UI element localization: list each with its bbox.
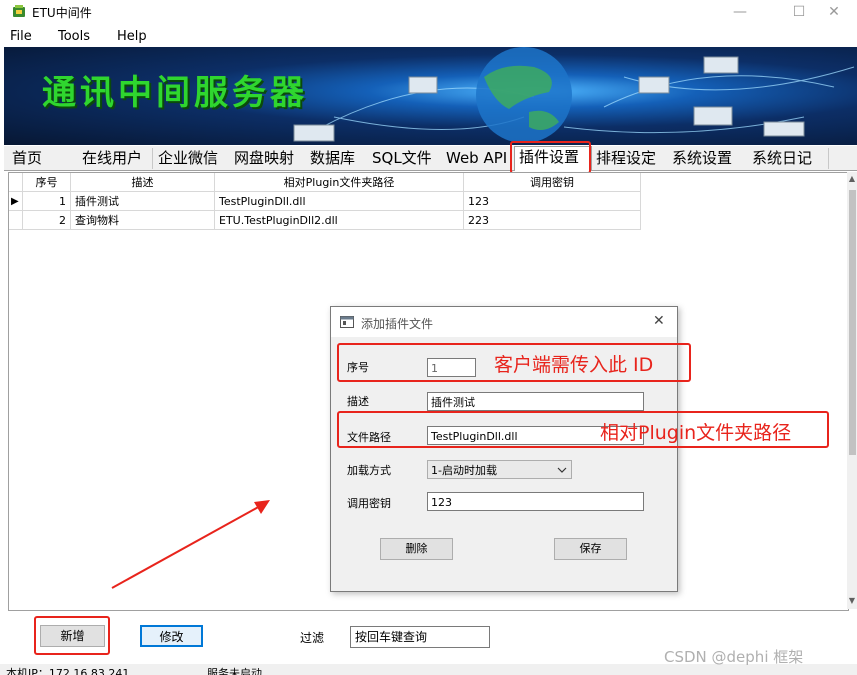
annotation-tab-highlight [510, 141, 591, 174]
table-cell-no[interactable]: 1 [23, 192, 71, 211]
tab-system-settings[interactable]: 系统设置 [668, 148, 749, 169]
window-title: ETU中间件 [32, 6, 92, 20]
dialog-title-bar: 添加插件文件 ✕ [331, 307, 677, 337]
menu-help[interactable]: Help [117, 29, 147, 44]
filter-input[interactable]: 按回车键查询 [350, 626, 490, 648]
desc-field[interactable]: 插件测试 [427, 392, 644, 411]
status-service: 服务未启动 [207, 667, 262, 675]
key-field[interactable]: 123 [427, 492, 644, 511]
dialog-icon [340, 316, 354, 328]
column-header-no[interactable]: 序号 [23, 173, 71, 192]
banner-image: 通讯中间服务器 [4, 47, 857, 145]
tab-home[interactable]: 首页 [8, 148, 79, 169]
edit-button[interactable]: 修改 [140, 625, 203, 647]
table-cell-path[interactable]: ETU.TestPluginDll2.dll [215, 211, 464, 230]
dialog-close-icon[interactable]: ✕ [653, 313, 665, 329]
table-cell-key[interactable]: 123 [464, 192, 641, 211]
tab-system-log[interactable]: 系统日记 [748, 148, 829, 169]
tab-database[interactable]: 数据库 [306, 148, 369, 169]
annotation-path-note: 相对Plugin文件夹路径 [600, 422, 792, 444]
scrollbar-thumb[interactable] [849, 190, 856, 455]
tab-wecom[interactable]: 企业微信 [154, 148, 231, 169]
banner-title: 通讯中间服务器 [42, 73, 308, 113]
scroll-up-icon[interactable]: ▲ [847, 174, 857, 183]
annotation-id-note: 客户端需传入此 ID [494, 354, 654, 376]
close-button[interactable]: ✕ [811, 0, 857, 24]
title-bar: ETU中间件 — ☐ ✕ [0, 0, 857, 24]
table-cell-desc[interactable]: 查询物料 [71, 211, 215, 230]
table-cell-no[interactable]: 2 [23, 211, 71, 230]
tab-sql-file[interactable]: SQL文件 [368, 148, 443, 169]
tab-strip: 首页 在线用户 企业微信 网盘映射 数据库 SQL文件 Web API 插件设置… [4, 146, 857, 171]
table-cell-path[interactable]: TestPluginDll.dll [215, 192, 464, 211]
save-button[interactable]: 保存 [554, 538, 627, 560]
menu-file[interactable]: File [10, 29, 32, 44]
tab-netdisk[interactable]: 网盘映射 [230, 148, 307, 169]
minimize-button[interactable]: — [717, 0, 763, 24]
status-ip: 本机IP：172.16.83.241 [6, 667, 130, 675]
delete-button[interactable]: 删除 [380, 538, 453, 560]
menu-tools[interactable]: Tools [58, 29, 90, 44]
field-label-desc: 描述 [347, 395, 369, 408]
chevron-down-icon[interactable] [557, 466, 567, 474]
annotation-box-add [34, 616, 110, 655]
column-header-desc[interactable]: 描述 [71, 173, 215, 192]
tab-web-api[interactable]: Web API [442, 148, 515, 169]
row-header-corner [9, 173, 23, 192]
scroll-down-icon[interactable]: ▼ [847, 596, 857, 605]
filter-label: 过滤 [300, 631, 325, 645]
column-header-path[interactable]: 相对Plugin文件夹路径 [215, 173, 464, 192]
app-icon [13, 5, 25, 17]
watermark: CSDN @dephi 框架 [664, 648, 804, 666]
table-cell-desc[interactable]: 插件测试 [71, 192, 215, 211]
field-label-key: 调用密钥 [347, 497, 391, 510]
table-cell-key[interactable]: 223 [464, 211, 641, 230]
column-header-key[interactable]: 调用密钥 [464, 173, 641, 192]
field-label-load: 加载方式 [347, 464, 391, 477]
load-mode-select[interactable]: 1-启动时加载 [427, 460, 572, 479]
row-selector[interactable] [9, 211, 23, 230]
load-mode-value: 1-启动时加载 [431, 464, 497, 477]
dialog-title: 添加插件文件 [361, 317, 434, 331]
tab-online-users[interactable]: 在线用户 [78, 148, 153, 169]
tab-schedule[interactable]: 排程设定 [592, 148, 669, 169]
menu-bar: File Tools Help [0, 26, 857, 46]
row-indicator: ▶ [9, 192, 23, 211]
